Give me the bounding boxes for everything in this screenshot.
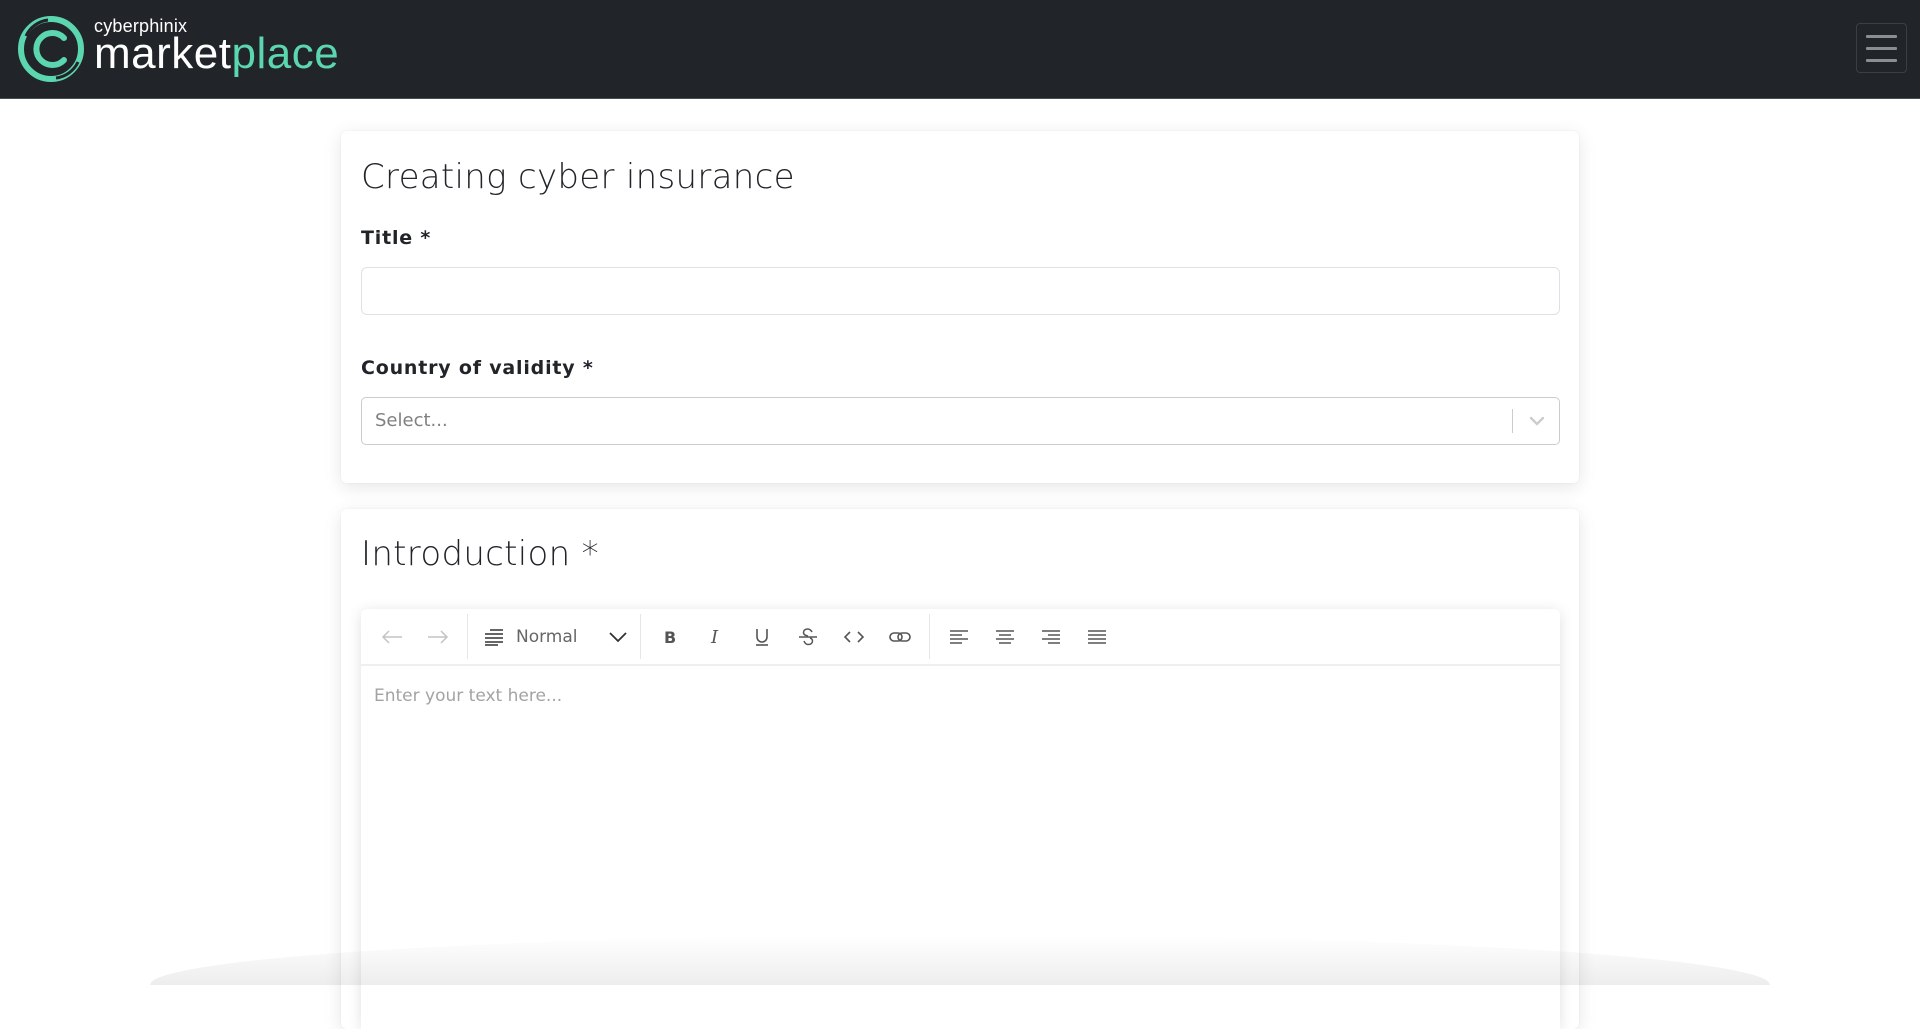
align-center-button[interactable] [982,617,1028,657]
country-label: Country of validity * [361,357,594,379]
title-input[interactable] [361,267,1560,315]
strikethrough-icon [799,627,817,645]
navbar: cyberphinix marketplace [0,0,1920,99]
undo-button[interactable] [369,617,415,657]
redo-button[interactable] [415,617,461,657]
chevron-down-icon[interactable] [1527,411,1547,431]
bold-button[interactable]: B [647,617,693,657]
editor-placeholder: Enter your text here... [374,686,563,706]
link-icon [889,631,911,642]
editor-toolbar: Normal B I [361,609,1560,666]
block-type-selected: Normal [516,626,578,647]
block-type-dropdown[interactable]: Normal [474,617,634,657]
italic-button[interactable]: I [693,617,739,657]
chevron-down-icon [609,631,627,642]
code-icon [843,630,865,643]
align-center-icon [996,629,1014,644]
toolbar-divider [640,614,641,659]
arrow-right-icon [428,629,449,644]
align-right-button[interactable] [1028,617,1074,657]
toolbar-divider [929,614,930,659]
align-left-icon [950,629,968,644]
align-right-icon [1042,629,1060,644]
hamburger-menu-icon-line [1866,46,1897,50]
select-separator [1512,409,1513,433]
editor-content-area[interactable]: Enter your text here... [361,666,1560,1029]
align-left-button[interactable] [936,617,982,657]
brand-product-name-part-1: market [94,29,232,78]
introduction-title: Introduction * [361,534,599,574]
svg-text:B: B [664,629,676,645]
brand-product-name-part-2: place [231,29,340,78]
country-select-placeholder: Select... [375,410,448,431]
introduction-card: Introduction * Normal B I Enter your tex… [341,509,1579,1029]
cyberphinix-logo-icon [18,16,84,82]
strikethrough-button[interactable] [785,617,831,657]
bold-icon: B [664,629,676,645]
rich-text-editor: Normal B I Enter your text here... [361,609,1560,1029]
svg-text:I: I [710,628,719,646]
link-button[interactable] [877,617,923,657]
hamburger-menu-button[interactable] [1856,23,1907,73]
code-button[interactable] [831,617,877,657]
underline-icon [756,628,768,646]
align-justify-button[interactable] [1074,617,1120,657]
hamburger-menu-icon-line [1866,58,1897,62]
page-title: Creating cyber insurance [361,157,795,197]
brand-text: cyberphinix marketplace [94,16,364,82]
align-justify-icon [1088,629,1106,644]
country-select[interactable]: Select... [361,397,1560,445]
text-lines-icon [485,628,503,646]
brand-product-name: marketplace [94,25,339,83]
hamburger-menu-icon-line [1866,34,1897,38]
toolbar-divider [467,614,468,659]
italic-icon: I [710,628,719,646]
brand-logo-link[interactable]: cyberphinix marketplace [18,16,364,82]
underline-button[interactable] [739,617,785,657]
insurance-details-card: Creating cyber insurance Title * Country… [341,131,1579,483]
arrow-left-icon [381,629,402,644]
title-label: Title * [361,227,432,249]
